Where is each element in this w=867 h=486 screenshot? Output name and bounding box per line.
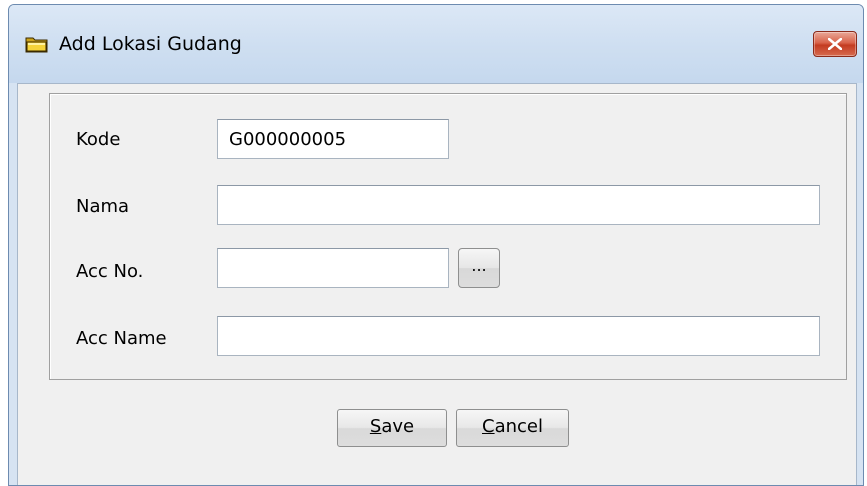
window-title: Add Lokasi Gudang	[59, 33, 242, 55]
acc-no-field[interactable]	[217, 248, 449, 288]
folder-icon	[25, 35, 49, 54]
form-group-box: Kode G000000005 Nama Acc No. ... Acc Nam…	[49, 93, 847, 380]
close-button[interactable]	[813, 31, 857, 57]
add-lokasi-gudang-dialog: Add Lokasi Gudang Kode G000000005 Nama A…	[8, 4, 864, 486]
close-icon	[828, 38, 842, 50]
nama-field[interactable]	[217, 185, 820, 225]
cancel-mnemonic: C	[482, 416, 495, 437]
acc-no-label: Acc No.	[76, 261, 144, 282]
kode-label: Kode	[76, 129, 121, 150]
save-button[interactable]: Save	[337, 409, 447, 447]
cancel-label-rest: ancel	[494, 416, 543, 437]
kode-field[interactable]: G000000005	[217, 119, 449, 159]
cancel-button[interactable]: Cancel	[456, 409, 569, 447]
title-bar[interactable]: Add Lokasi Gudang	[9, 5, 863, 83]
dialog-body: Kode G000000005 Nama Acc No. ... Acc Nam…	[17, 83, 857, 485]
nama-label: Nama	[76, 196, 130, 217]
save-label-rest: ave	[381, 416, 415, 437]
save-mnemonic: S	[369, 416, 382, 437]
browse-account-button[interactable]: ...	[458, 248, 500, 288]
acc-name-field[interactable]	[217, 316, 820, 356]
acc-name-label: Acc Name	[76, 328, 167, 349]
